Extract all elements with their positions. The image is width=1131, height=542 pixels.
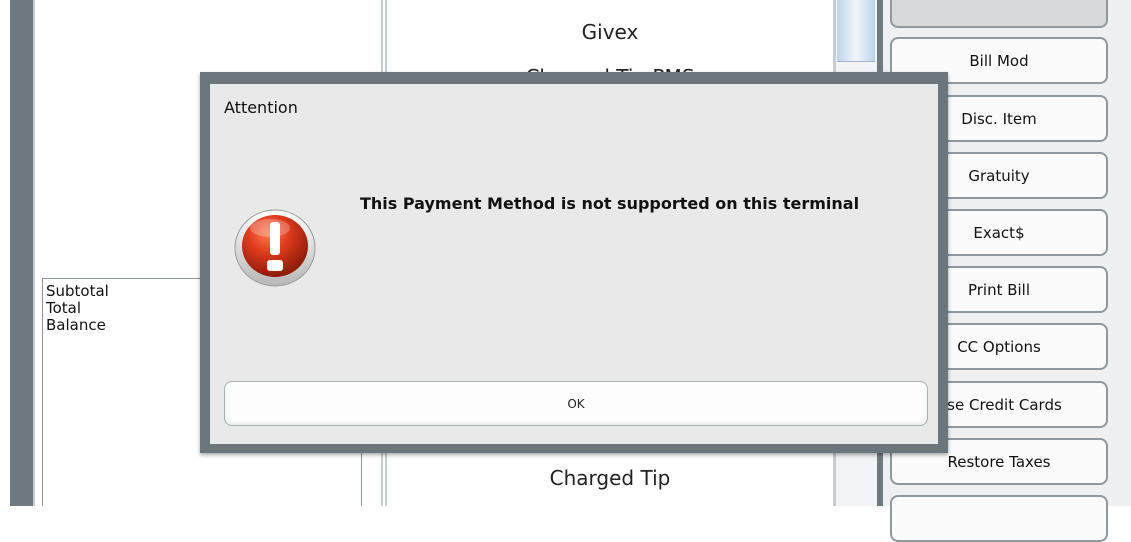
- attention-dialog: Attention This Payment Method is not sup…: [200, 72, 948, 453]
- scrollbar-thumb[interactable]: [837, 0, 875, 62]
- function-button-top[interactable]: [890, 0, 1108, 28]
- ok-button[interactable]: OK: [224, 381, 928, 426]
- dialog-title: Attention: [224, 98, 298, 117]
- left-frame: [10, 0, 33, 506]
- balance-label: Balance: [46, 316, 106, 334]
- subtotal-label: Subtotal: [46, 282, 109, 300]
- dialog-message: This Payment Method is not supported on …: [360, 194, 860, 213]
- dialog-body: Attention This Payment Method is not sup…: [210, 84, 938, 444]
- function-button-bottom[interactable]: [890, 495, 1108, 542]
- payment-item-charged-tip[interactable]: Charged Tip: [387, 466, 833, 490]
- total-label: Total: [46, 299, 82, 317]
- payment-item-givex[interactable]: Givex: [387, 20, 833, 44]
- right-edge: [1123, 0, 1131, 506]
- exclamation-alert-icon: [234, 209, 316, 287]
